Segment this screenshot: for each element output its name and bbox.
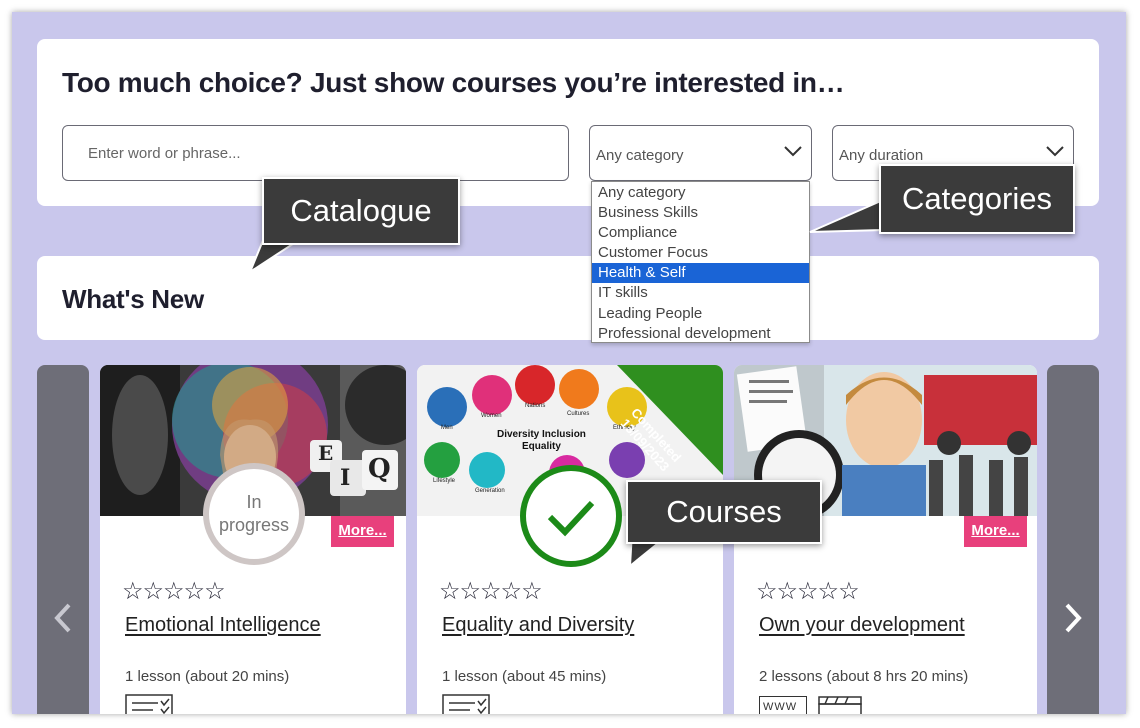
thumb-letter: E (318, 441, 334, 465)
carousel-next-button[interactable] (1047, 365, 1099, 714)
category-option[interactable]: Business Skills (592, 203, 809, 223)
thumb-label: Generation (475, 488, 505, 494)
chevron-left-icon (54, 603, 71, 633)
categories-callout: Categories (879, 164, 1075, 234)
category-option[interactable]: Any category (592, 183, 809, 203)
chevron-right-icon (1065, 603, 1082, 633)
thumb-heading: Equality (522, 441, 561, 452)
status-text: progress (218, 515, 290, 535)
search-input[interactable] (62, 125, 569, 181)
category-option-selected[interactable]: Health & Self (592, 263, 809, 284)
checkmark-icon (547, 500, 595, 537)
chevron-down-icon (784, 146, 802, 157)
star-rating[interactable]: ☆☆☆☆☆ (122, 577, 226, 606)
chevron-down-icon (1046, 146, 1064, 157)
thumb-heading: Diversity Inclusion (497, 429, 586, 440)
more-button[interactable]: More... (331, 516, 394, 547)
courses-callout: Courses (626, 480, 822, 544)
course-duration: 1 lesson (about 45 mins) (442, 668, 607, 685)
callout-pointer (809, 198, 884, 233)
duration-select-value: Any duration (839, 147, 924, 164)
course-duration: 2 lessons (about 8 hrs 20 mins) (759, 668, 969, 685)
star-rating[interactable]: ☆☆☆☆☆ (756, 577, 860, 606)
whats-new-heading: What's New (62, 284, 204, 314)
category-option[interactable]: Compliance (592, 223, 809, 243)
thumb-label: Lifestyle (433, 478, 456, 484)
lesson-list-icon (125, 694, 173, 714)
thumb-letter: I (340, 465, 351, 491)
callout-text: Categories (902, 181, 1052, 216)
catalogue-callout: Catalogue (262, 177, 460, 245)
course-duration: 1 lesson (about 20 mins) (125, 668, 290, 685)
whats-new-section: What's New (37, 256, 1099, 340)
thumb-label: Cultures (567, 411, 590, 417)
category-option[interactable]: Customer Focus (592, 243, 809, 263)
more-button[interactable]: More... (964, 516, 1027, 547)
callout-text: Courses (666, 494, 782, 529)
web-link-icon: WWW (759, 696, 807, 714)
filter-heading: Too much choice? Just show courses you’r… (62, 67, 845, 98)
category-select[interactable]: Any category (589, 125, 812, 181)
course-title-link[interactable]: Emotional Intelligence (125, 614, 321, 637)
course-title-link[interactable]: Equality and Diversity (442, 614, 634, 637)
category-dropdown-list: Any category Business Skills Compliance … (591, 181, 810, 343)
thumb-label: Women (481, 413, 502, 419)
web-icon-label: WWW (763, 701, 798, 713)
in-progress-badge: In progress (203, 463, 305, 565)
callout-text: Catalogue (290, 193, 432, 228)
status-text: In (246, 492, 262, 512)
star-rating[interactable]: ☆☆☆☆☆ (439, 577, 543, 606)
category-option[interactable]: IT skills (592, 283, 809, 303)
category-option[interactable]: Leading People (592, 304, 809, 324)
thumb-letter: Q (368, 454, 391, 484)
lms-catalogue-screen: Too much choice? Just show courses you’r… (12, 12, 1126, 714)
carousel-prev-button[interactable] (37, 365, 89, 714)
course-title-link[interactable]: Own your development (759, 614, 965, 637)
category-option[interactable]: Professional development (592, 324, 809, 344)
category-select-value: Any category (596, 147, 684, 164)
thumb-label: Men (441, 425, 453, 431)
completed-badge (520, 465, 622, 567)
video-clapper-icon (818, 696, 862, 714)
lesson-list-icon (442, 694, 490, 714)
thumb-label: Nations (525, 403, 546, 409)
course-card[interactable]: E I Q In progress More... ☆☆☆☆☆ Emotiona… (100, 365, 406, 714)
